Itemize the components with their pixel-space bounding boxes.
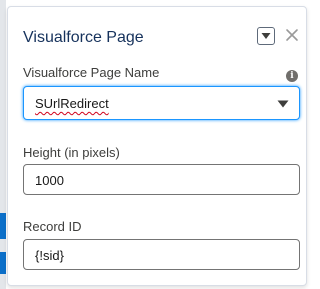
background-component-block bbox=[0, 213, 6, 239]
record-id-input-value: {!sid} bbox=[35, 248, 64, 263]
panel-menu-button[interactable] bbox=[257, 27, 275, 45]
chevron-down-icon bbox=[261, 33, 271, 39]
record-id-label: Record ID bbox=[23, 219, 82, 234]
height-input[interactable]: 1000 bbox=[23, 164, 300, 195]
height-label: Height (in pixels) bbox=[23, 145, 120, 160]
close-icon bbox=[286, 29, 298, 41]
record-id-input[interactable]: {!sid} bbox=[23, 239, 300, 270]
background-canvas-edge bbox=[0, 0, 6, 289]
page-name-label: Visualforce Page Name bbox=[23, 65, 160, 80]
info-icon[interactable]: i bbox=[286, 70, 298, 82]
page-name-selected-value: SUrlRedirect bbox=[35, 96, 109, 111]
close-button[interactable] bbox=[285, 28, 299, 42]
page-name-select[interactable]: SUrlRedirect bbox=[23, 86, 300, 120]
property-panel: Visualforce Page Visualforce Page Name i… bbox=[7, 6, 307, 286]
height-input-value: 1000 bbox=[35, 173, 64, 188]
background-component-block bbox=[0, 252, 6, 274]
panel-title: Visualforce Page bbox=[23, 29, 144, 46]
dropdown-caret-icon bbox=[277, 100, 289, 108]
